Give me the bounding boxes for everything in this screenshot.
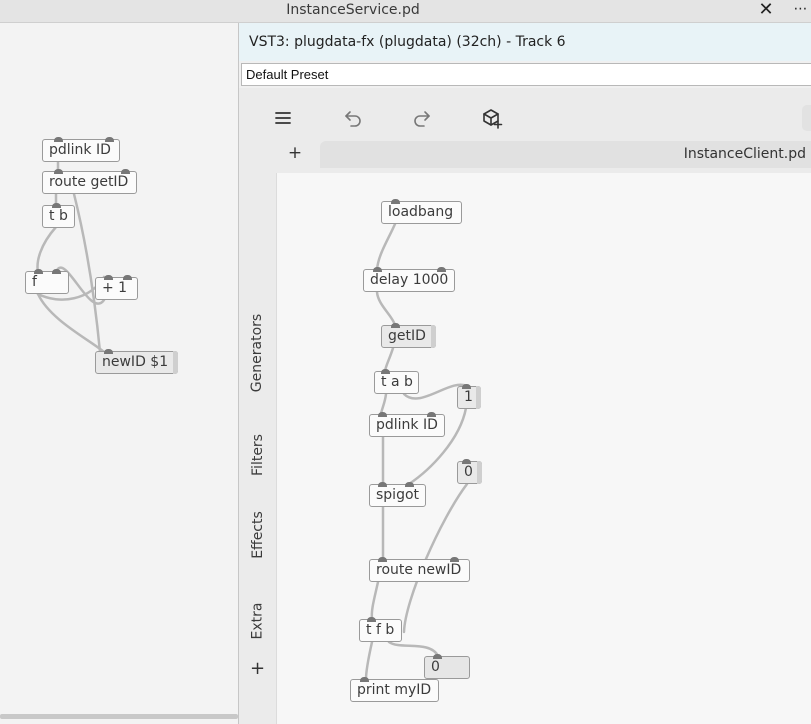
inlet[interactable] <box>450 557 459 562</box>
pd-object-spigot[interactable]: spigot <box>369 484 426 507</box>
inlet[interactable] <box>378 557 387 562</box>
pd-object-delay-1000[interactable]: delay 1000 <box>363 269 455 292</box>
client-patch-cords <box>364 222 469 681</box>
inlet[interactable] <box>462 384 471 389</box>
inlet[interactable] <box>360 677 369 682</box>
pd-message-1[interactable]: 1 <box>457 386 481 409</box>
pd-object-loadbang[interactable]: loadbang <box>381 201 462 224</box>
inlet[interactable] <box>391 323 400 328</box>
inlet[interactable] <box>381 369 390 374</box>
inlet[interactable] <box>367 617 376 622</box>
inlet[interactable] <box>437 267 446 272</box>
inlet[interactable] <box>462 459 471 464</box>
pd-object-route-newid[interactable]: route newID <box>369 559 470 582</box>
cord <box>387 640 440 658</box>
pd-message-getid[interactable]: getID <box>381 325 436 348</box>
cord <box>375 290 397 327</box>
inlet[interactable] <box>373 267 382 272</box>
inlet[interactable] <box>427 412 436 417</box>
inlet[interactable] <box>378 412 387 417</box>
cord <box>383 346 395 373</box>
cord <box>375 222 397 272</box>
inlet[interactable] <box>433 654 442 659</box>
pd-number-box[interactable]: 0 <box>424 656 470 679</box>
cord <box>370 580 380 621</box>
pd-object-t-a-b[interactable]: t a b <box>374 371 419 394</box>
pd-object-t-f-b[interactable]: t f b <box>359 619 402 642</box>
cord <box>364 640 374 681</box>
pd-object-pdlink-id[interactable]: pdlink ID <box>369 414 445 437</box>
inlet[interactable] <box>378 482 387 487</box>
cord <box>379 392 388 416</box>
pd-object-print-myid[interactable]: print myID <box>350 679 439 702</box>
inlet[interactable] <box>391 199 400 204</box>
inlet[interactable] <box>405 482 414 487</box>
pd-message-0[interactable]: 0 <box>457 461 482 484</box>
